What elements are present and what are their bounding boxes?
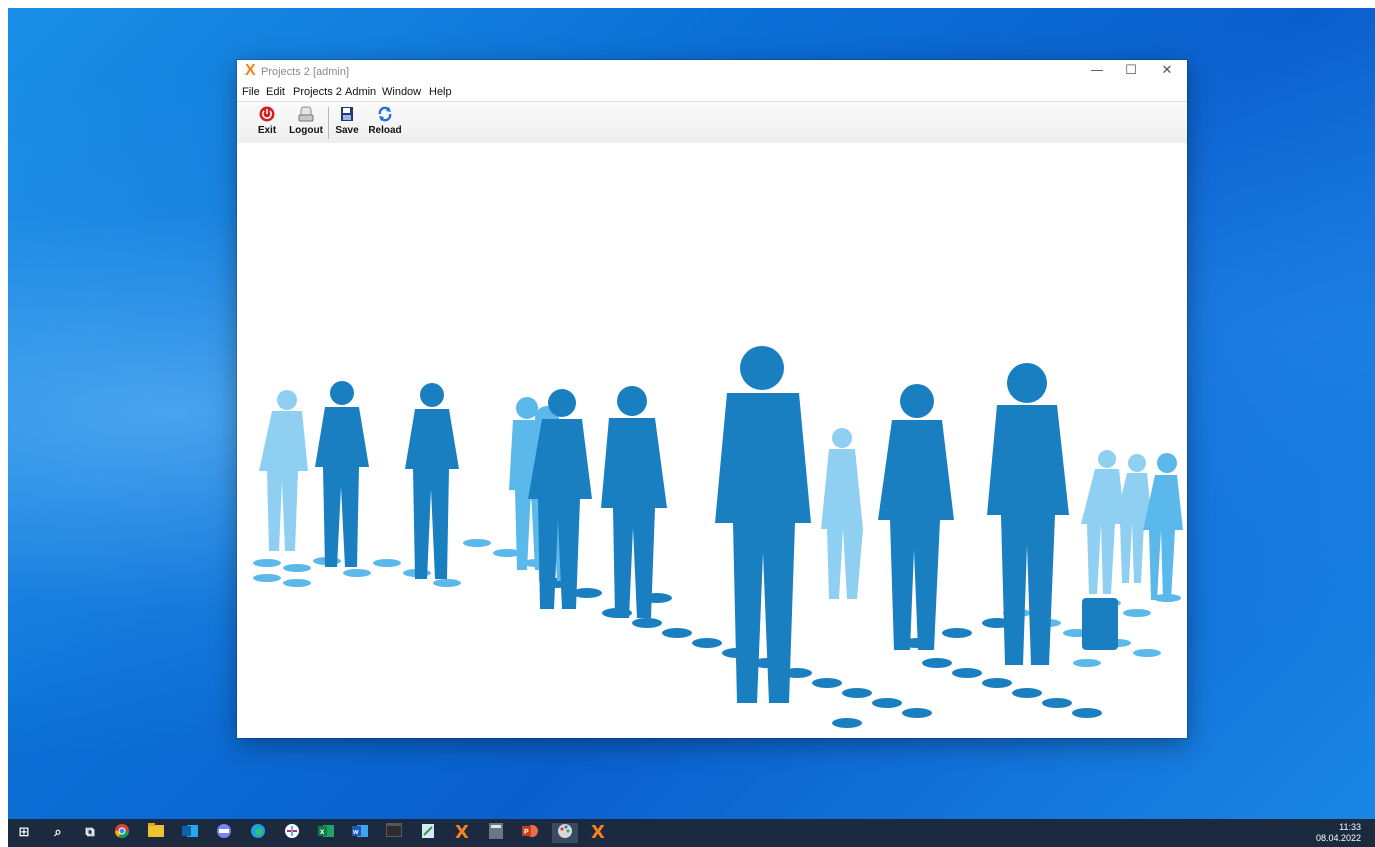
reload-icon xyxy=(378,106,392,122)
slack-icon[interactable] xyxy=(282,823,302,843)
exit-label: Exit xyxy=(257,125,277,136)
file-explorer-icon[interactable] xyxy=(146,823,166,843)
foreground-people xyxy=(315,346,1118,703)
maximize-button[interactable]: ☐ xyxy=(1113,60,1149,82)
content-area xyxy=(237,143,1187,738)
close-button[interactable]: ✕ xyxy=(1149,60,1185,82)
logout-button[interactable]: Logout xyxy=(287,105,325,141)
notepad-icon[interactable] xyxy=(418,823,438,843)
logout-icon xyxy=(298,106,314,122)
x-logo-icon: X xyxy=(245,62,256,79)
people-silhouette-illustration xyxy=(253,346,1183,728)
save-label: Save xyxy=(335,125,359,136)
briefcase-shape xyxy=(1082,598,1118,650)
menu-bar: File Edit Projects 2 Admin Window Help xyxy=(237,84,1187,101)
menu-admin[interactable]: Admin xyxy=(345,86,376,98)
search-icon[interactable]: ⌕ xyxy=(48,823,68,843)
menu-projects2[interactable]: Projects 2 xyxy=(293,86,342,98)
clock-time: 11:33 xyxy=(1339,822,1361,832)
app-window: X Projects 2 [admin] — ☐ ✕ File Edit Pro… xyxy=(237,60,1187,738)
save-button[interactable]: Save xyxy=(335,105,359,141)
edge-icon[interactable] xyxy=(248,823,268,843)
toolbar-separator xyxy=(328,107,329,139)
title-bar[interactable]: X Projects 2 [admin] — ☐ ✕ xyxy=(237,60,1187,84)
terminal-icon[interactable] xyxy=(384,822,404,843)
svg-text:P: P xyxy=(524,829,529,836)
reload-label: Reload xyxy=(368,125,402,136)
paint-icon[interactable] xyxy=(552,823,578,843)
windows-start-icon[interactable]: ⊞ xyxy=(14,823,34,843)
menu-file[interactable]: File xyxy=(242,86,260,98)
task-view-icon[interactable]: ⧉ xyxy=(80,823,100,843)
clock-date: 08.04.2022 xyxy=(1315,833,1361,843)
toolbar: Exit Logout Save Reload xyxy=(237,101,1187,144)
window-title: Projects 2 [admin] xyxy=(261,66,350,78)
powerpoint-icon[interactable]: P xyxy=(520,823,540,843)
svg-text:x: x xyxy=(320,827,325,836)
menu-edit[interactable]: Edit xyxy=(266,86,285,98)
svg-text:w: w xyxy=(352,829,359,836)
menu-help[interactable]: Help xyxy=(429,86,452,98)
reload-button[interactable]: Reload xyxy=(368,105,402,141)
taskbar: ⊞ ⌕ ⧉ x w X P X 11:33 08.04.2022 xyxy=(8,819,1375,847)
minimize-button[interactable]: — xyxy=(1079,60,1115,82)
save-icon xyxy=(341,107,353,121)
word-icon[interactable]: w xyxy=(350,823,370,843)
system-clock[interactable]: 11:33 08.04.2022 xyxy=(1316,822,1361,844)
projects-x-icon[interactable]: X xyxy=(452,823,472,843)
menu-window[interactable]: Window xyxy=(382,86,421,98)
teams-icon[interactable] xyxy=(214,823,234,843)
chrome-icon[interactable] xyxy=(112,823,132,843)
excel-icon[interactable]: x xyxy=(316,823,336,843)
calculator-icon[interactable] xyxy=(486,823,506,843)
logout-label: Logout xyxy=(289,125,323,136)
outlook-icon[interactable] xyxy=(180,823,200,843)
projects-x-active-icon[interactable]: X xyxy=(588,823,608,843)
exit-button[interactable]: Exit xyxy=(254,105,280,141)
power-icon xyxy=(259,106,275,122)
